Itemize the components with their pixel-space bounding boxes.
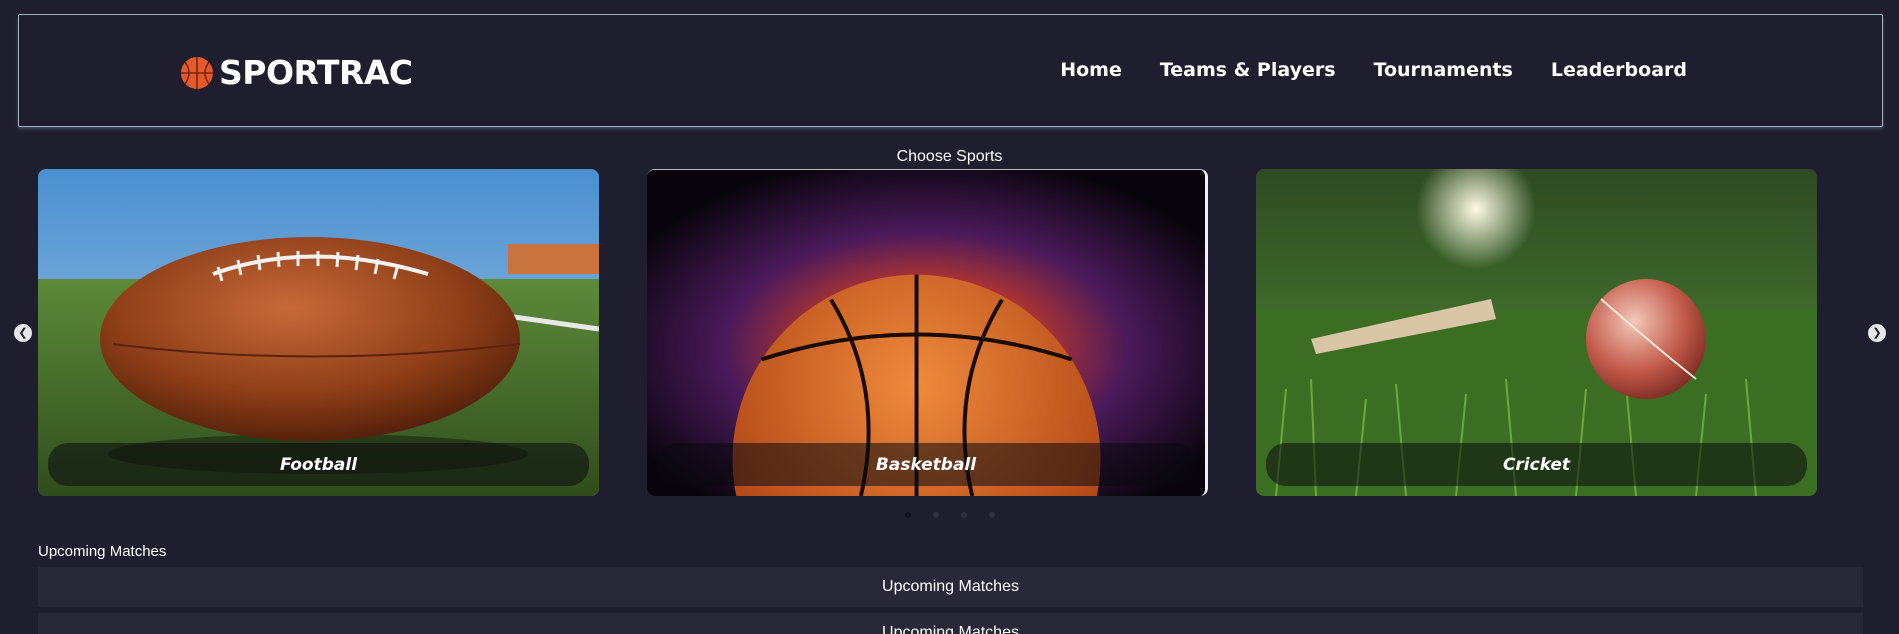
chevron-right-icon[interactable]: ❯ — [1868, 324, 1886, 342]
sport-card-football[interactable]: Football — [38, 169, 599, 496]
nav-home[interactable]: Home — [1060, 59, 1122, 81]
match-row[interactable]: Upcoming Matches — [38, 613, 1863, 634]
sport-card-basketball[interactable]: Basketball — [647, 169, 1208, 496]
carousel-indicator-3[interactable] — [960, 512, 967, 518]
brand-name: SPORTRAC — [219, 53, 413, 92]
carousel-indicator-1[interactable] — [904, 512, 911, 518]
card-label-bar: Basketball — [657, 443, 1195, 486]
nav-teams-players[interactable]: Teams & Players — [1160, 59, 1336, 81]
site-header: SPORTRAC Home Teams & Players Tournament… — [18, 14, 1883, 127]
card-label-bar: Cricket — [1266, 443, 1807, 486]
nav-tournaments[interactable]: Tournaments — [1374, 59, 1513, 81]
upcoming-matches-title: Upcoming Matches — [38, 543, 167, 560]
brand-logo[interactable]: SPORTRAC — [180, 53, 413, 92]
sport-card-cricket[interactable]: Cricket — [1256, 169, 1817, 496]
card-label: Cricket — [1502, 454, 1571, 475]
carousel-indicators — [0, 512, 1899, 518]
nav-leaderboard[interactable]: Leaderboard — [1551, 59, 1687, 81]
chevron-left-icon[interactable]: ❮ — [14, 324, 32, 342]
basketball-icon — [181, 56, 213, 89]
card-label: Football — [279, 454, 358, 475]
carousel-indicator-4[interactable] — [988, 512, 995, 518]
card-label-bar: Football — [48, 443, 589, 486]
carousel-indicator-2[interactable] — [932, 512, 939, 518]
match-row[interactable]: Upcoming Matches — [38, 567, 1863, 607]
card-label: Basketball — [875, 454, 977, 475]
carousel-title: Choose Sports — [896, 148, 1003, 165]
main-nav: Home Teams & Players Tournaments Leaderb… — [1060, 59, 1687, 81]
